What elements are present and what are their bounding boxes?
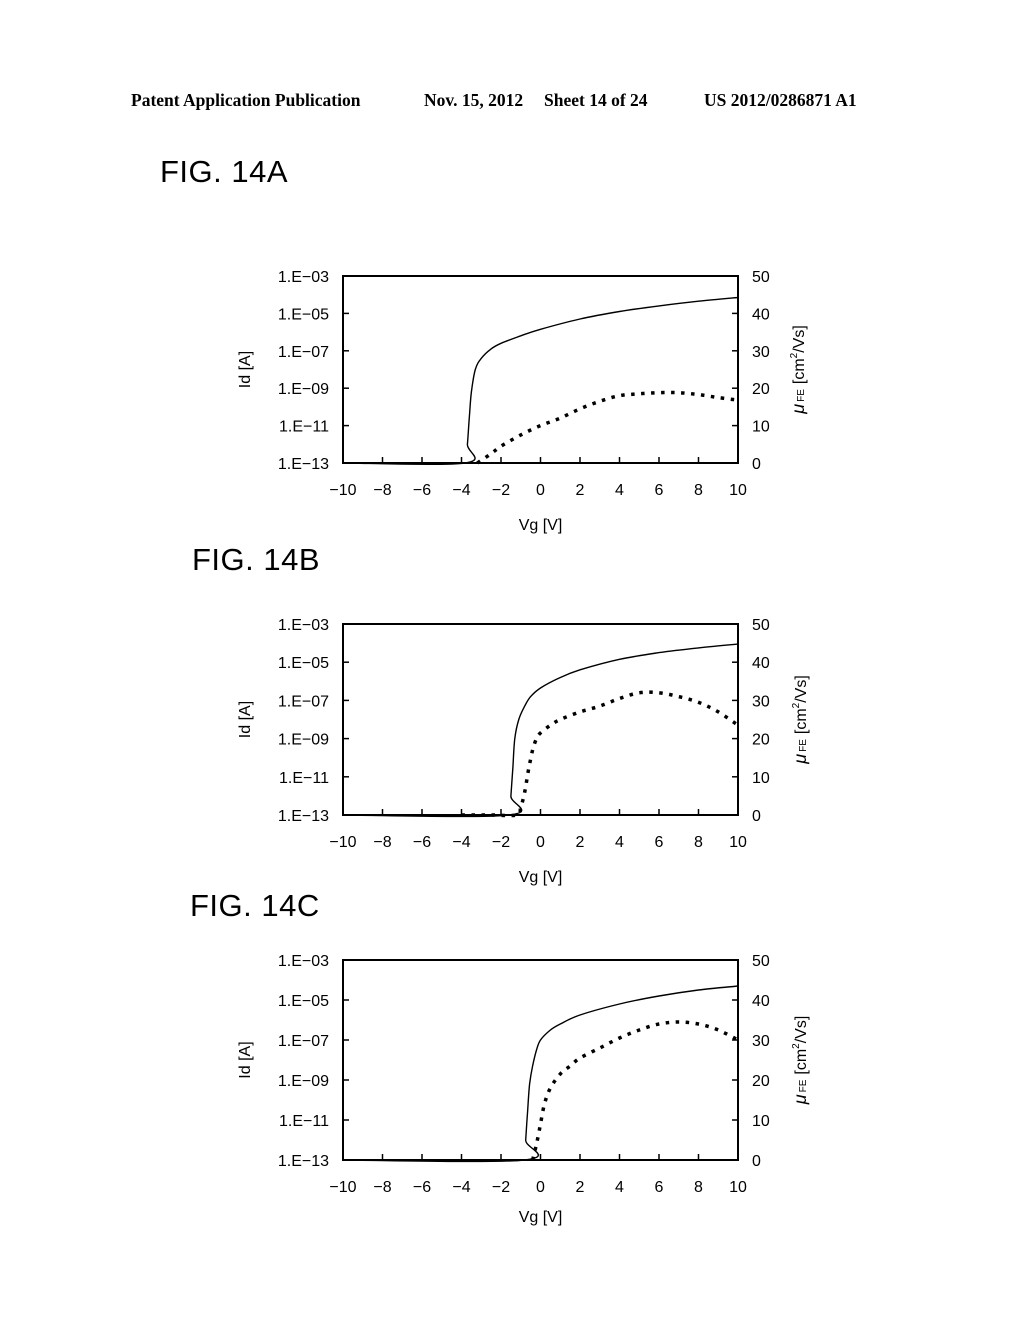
y-right-axis-label: μFE[cm2/Vs]: [790, 1016, 810, 1106]
x-tick-label: 6: [655, 1179, 664, 1196]
series-mobility-line: [530, 1020, 739, 1161]
y-right-label-ylabel-right-sub: FE: [798, 1079, 809, 1092]
series-drain-current-line: [342, 985, 739, 1163]
y-right-tick-label: 20: [752, 1073, 770, 1090]
chart-fig-14c: −10 −8 −6 −4 −2 0 2 4 6 8 10 1.E−03 50 1.E−05 40 1.E−07…: [237, 953, 810, 1226]
y-left-tick-label: 1.E−11: [279, 1113, 329, 1130]
y-left-axis-label: Id [A]: [237, 1041, 254, 1078]
y-right-tick-label: 50: [752, 953, 770, 970]
y-left-tick-label: 1.E−05: [278, 993, 329, 1010]
y-right-tick-label: 30: [752, 1033, 770, 1050]
y-left-tick-label: 1.E−07: [278, 1033, 329, 1050]
x-tick-label: 10: [729, 1179, 747, 1196]
x-axis-label: Vg [V]: [519, 1209, 563, 1226]
x-tick-label: 2: [576, 1179, 585, 1196]
y-right-axis-label-text: μFE[cm2/Vs]: [790, 1016, 810, 1106]
x-tick-label: −8: [373, 1179, 391, 1196]
x-tick-label: −4: [452, 1179, 470, 1196]
y-right-tick-label: 0: [752, 1153, 761, 1170]
x-tick-label: −2: [492, 1179, 510, 1196]
y-right-label-ylabel-right-tail: /Vs]: [793, 1016, 810, 1044]
y-right-label-ylabel-right-unit: [cm: [793, 1049, 810, 1075]
y-left-tick-label: 1.E−09: [278, 1073, 329, 1090]
y-left-tick-label: 1.E−03: [278, 953, 329, 970]
x-tick-label: −10: [329, 1179, 356, 1196]
y-right-tick-label: 10: [752, 1113, 770, 1130]
y-right-tick-label: 40: [752, 993, 770, 1010]
y-right-label-ylabel-right-main: μ: [790, 1094, 810, 1105]
x-tick-label: 0: [536, 1179, 545, 1196]
x-tick-label: −6: [413, 1179, 431, 1196]
x-tick-label: 4: [615, 1179, 624, 1196]
y-left-tick-label: 1.E−13: [278, 1153, 329, 1170]
x-tick-label: 8: [694, 1179, 703, 1196]
